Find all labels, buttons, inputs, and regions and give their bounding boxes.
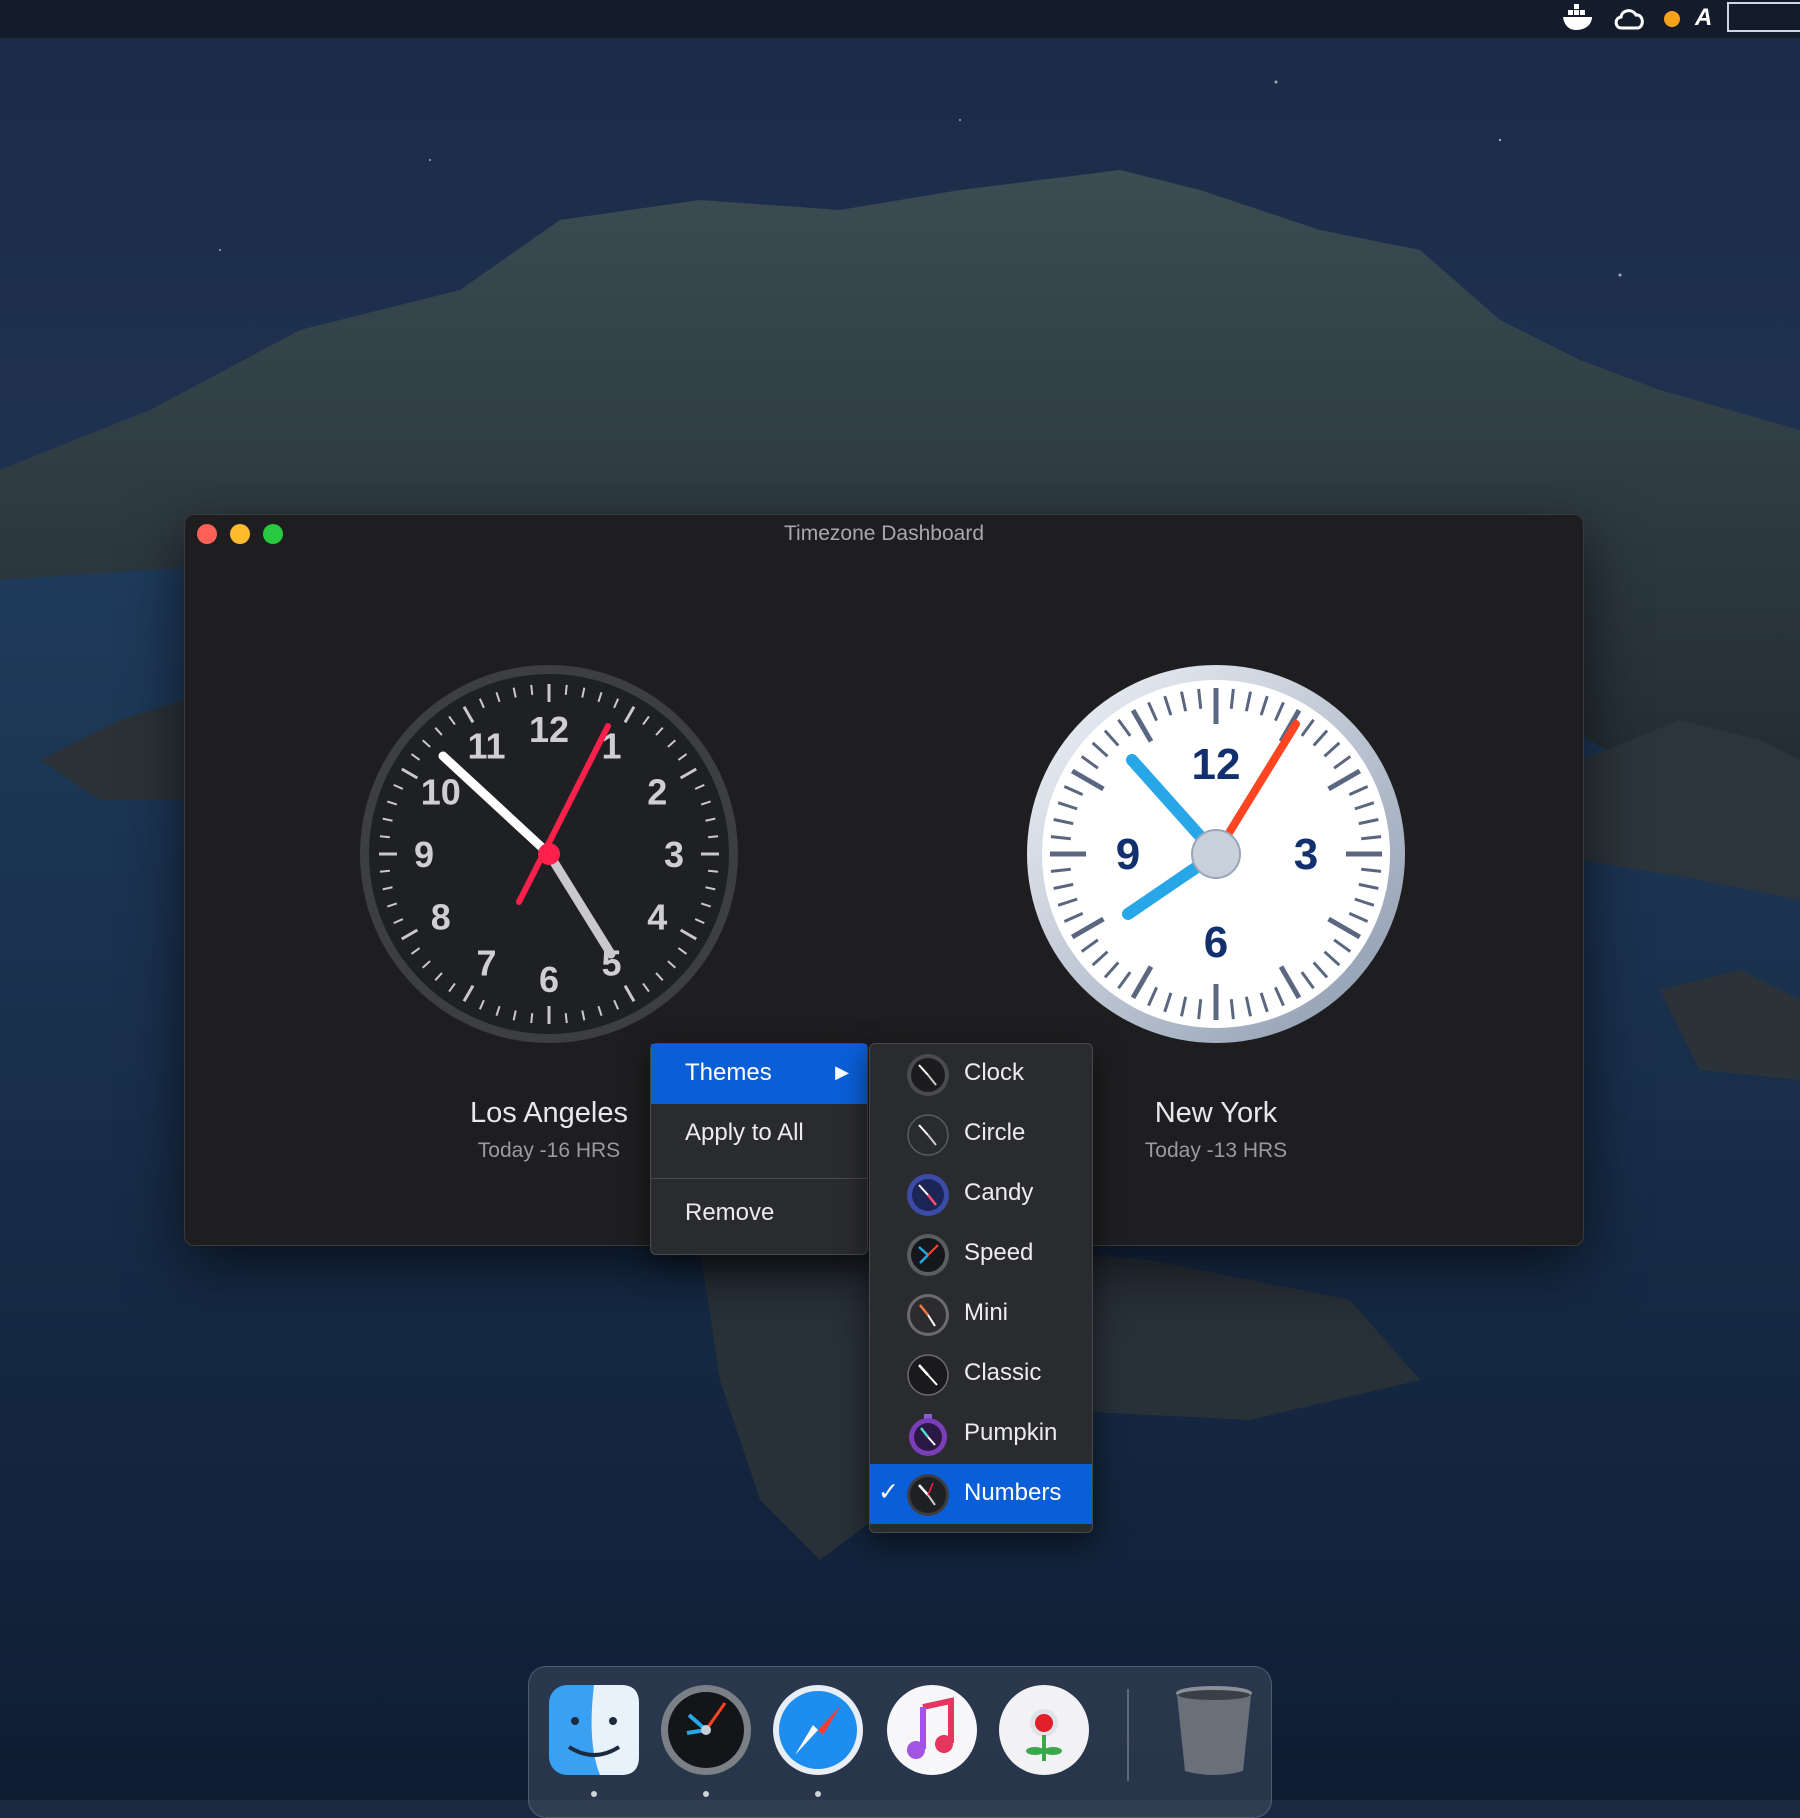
clock-tick [379, 835, 390, 839]
theme-item-label: Speed [964, 1239, 1034, 1266]
new-york-numeral-3: 3 [1294, 830, 1318, 879]
los-angeles-numeral-2: 2 [647, 772, 667, 813]
new-york-numeral-6: 6 [1204, 918, 1228, 967]
checkmark-icon: ✓ [878, 1478, 899, 1506]
dock [528, 1666, 1272, 1818]
theme-item-label: Classic [964, 1359, 1042, 1386]
los-angeles-numeral-7: 7 [476, 942, 496, 983]
theme-item-label: Numbers [964, 1479, 1062, 1506]
mini-theme-icon [907, 1294, 949, 1336]
clock-tick [530, 684, 534, 695]
flower-app-icon[interactable] [997, 1683, 1091, 1777]
menu-item-remove[interactable]: Remove [651, 1184, 867, 1244]
docker-whale-icon[interactable] [1562, 4, 1596, 34]
numbers-theme-icon [907, 1474, 949, 1516]
clock-tick [564, 684, 568, 695]
theme-item-label: Circle [964, 1119, 1026, 1146]
circle-theme-icon [907, 1114, 949, 1156]
new-york-clock-face[interactable]: 12 3 6 9 [1026, 664, 1406, 1044]
clock-tick [1050, 835, 1071, 841]
clock-theme-icon [907, 1054, 949, 1096]
new-york-numeral-12: 12 [1192, 740, 1241, 789]
los-angeles-numeral-3: 3 [664, 834, 684, 875]
los-angeles-numeral-4: 4 [647, 897, 667, 938]
finder-running-indicator [591, 1791, 597, 1797]
clock-tick [530, 1013, 534, 1024]
theme-item-label: Candy [964, 1179, 1034, 1206]
theme-item-classic[interactable]: Classic [870, 1344, 1092, 1404]
clock-tick [708, 869, 719, 873]
menu-item-apply-to-all[interactable]: Apply to All [651, 1104, 867, 1164]
los-angeles-numeral-9: 9 [414, 834, 434, 875]
theme-item-mini[interactable]: Mini [870, 1284, 1092, 1344]
menu-bar: A [0, 0, 1800, 38]
window-title: Timezone Dashboard [784, 522, 984, 545]
clock-tick [1050, 867, 1071, 873]
theme-item-circle[interactable]: Circle [870, 1104, 1092, 1164]
los-angeles-clock-face[interactable]: 12 1234567891011 [359, 664, 739, 1044]
clock-tick [564, 1013, 568, 1024]
creative-cloud-icon[interactable] [1612, 4, 1646, 34]
font-a-icon[interactable]: A [1695, 4, 1712, 32]
los-angeles-numeral-11: 11 [467, 726, 505, 767]
themes-submenu: Clock Circle Candy Speed Mini Classic Pu… [869, 1043, 1093, 1533]
menu-item-label: Apply to All [685, 1119, 804, 1146]
theme-item-label: Mini [964, 1299, 1009, 1326]
theme-item-label: Clock [964, 1059, 1025, 1086]
classic-theme-icon [907, 1354, 949, 1396]
clock-tick [379, 869, 390, 873]
clock-tick [1197, 999, 1203, 1020]
dock-separator [1127, 1689, 1129, 1781]
menu-item-label: Remove [685, 1199, 775, 1226]
clock-tick [1229, 688, 1235, 709]
timezone-clock-icon[interactable] [659, 1683, 753, 1777]
clock-tick [1229, 999, 1235, 1020]
speed-theme-icon [907, 1234, 949, 1276]
pumpkin-theme-icon [909, 1414, 947, 1456]
menu-item-themes[interactable]: Themes ▶ [651, 1044, 867, 1104]
status-box-icon[interactable] [1727, 2, 1800, 32]
title-bar: Timezone Dashboard [185, 515, 1583, 551]
timezone-running-indicator [703, 1791, 709, 1797]
submenu-arrow-icon: ▶ [835, 1062, 849, 1082]
clock-tick [708, 835, 719, 839]
orange-dot-icon[interactable] [1664, 11, 1680, 27]
theme-item-numbers[interactable]: ✓ Numbers [870, 1464, 1092, 1524]
menu-separator [651, 1178, 867, 1179]
los-angeles-numeral-10: 10 [421, 772, 461, 813]
los-angeles-numeral-6: 6 [539, 959, 559, 1000]
theme-item-speed[interactable]: Speed [870, 1224, 1092, 1284]
menu-item-label: Themes [685, 1059, 772, 1086]
new-york-clock-hub [1191, 829, 1241, 879]
clock-tick [1197, 688, 1203, 709]
new-york-numeral-9: 9 [1116, 830, 1140, 879]
theme-item-candy[interactable]: Candy [870, 1164, 1092, 1224]
theme-item-pumpkin[interactable]: Pumpkin [870, 1404, 1092, 1464]
theme-item-label: Pumpkin [964, 1419, 1058, 1446]
theme-item-clock[interactable]: Clock [870, 1044, 1092, 1104]
los-angeles-numeral-8: 8 [431, 897, 451, 938]
trash-icon[interactable] [1167, 1683, 1261, 1777]
clock-tick [1361, 835, 1382, 841]
music-icon[interactable] [885, 1683, 979, 1777]
los-angeles-numeral-12: 12 [529, 709, 569, 750]
clock-tick [1361, 867, 1382, 873]
finder-icon[interactable] [547, 1683, 641, 1777]
candy-theme-icon [907, 1174, 949, 1216]
clock-context-menu: Themes ▶ Apply to All Remove [650, 1043, 868, 1255]
safari-running-indicator [815, 1791, 821, 1797]
safari-icon[interactable] [771, 1683, 865, 1777]
los-angeles-clock-hub [538, 843, 560, 865]
